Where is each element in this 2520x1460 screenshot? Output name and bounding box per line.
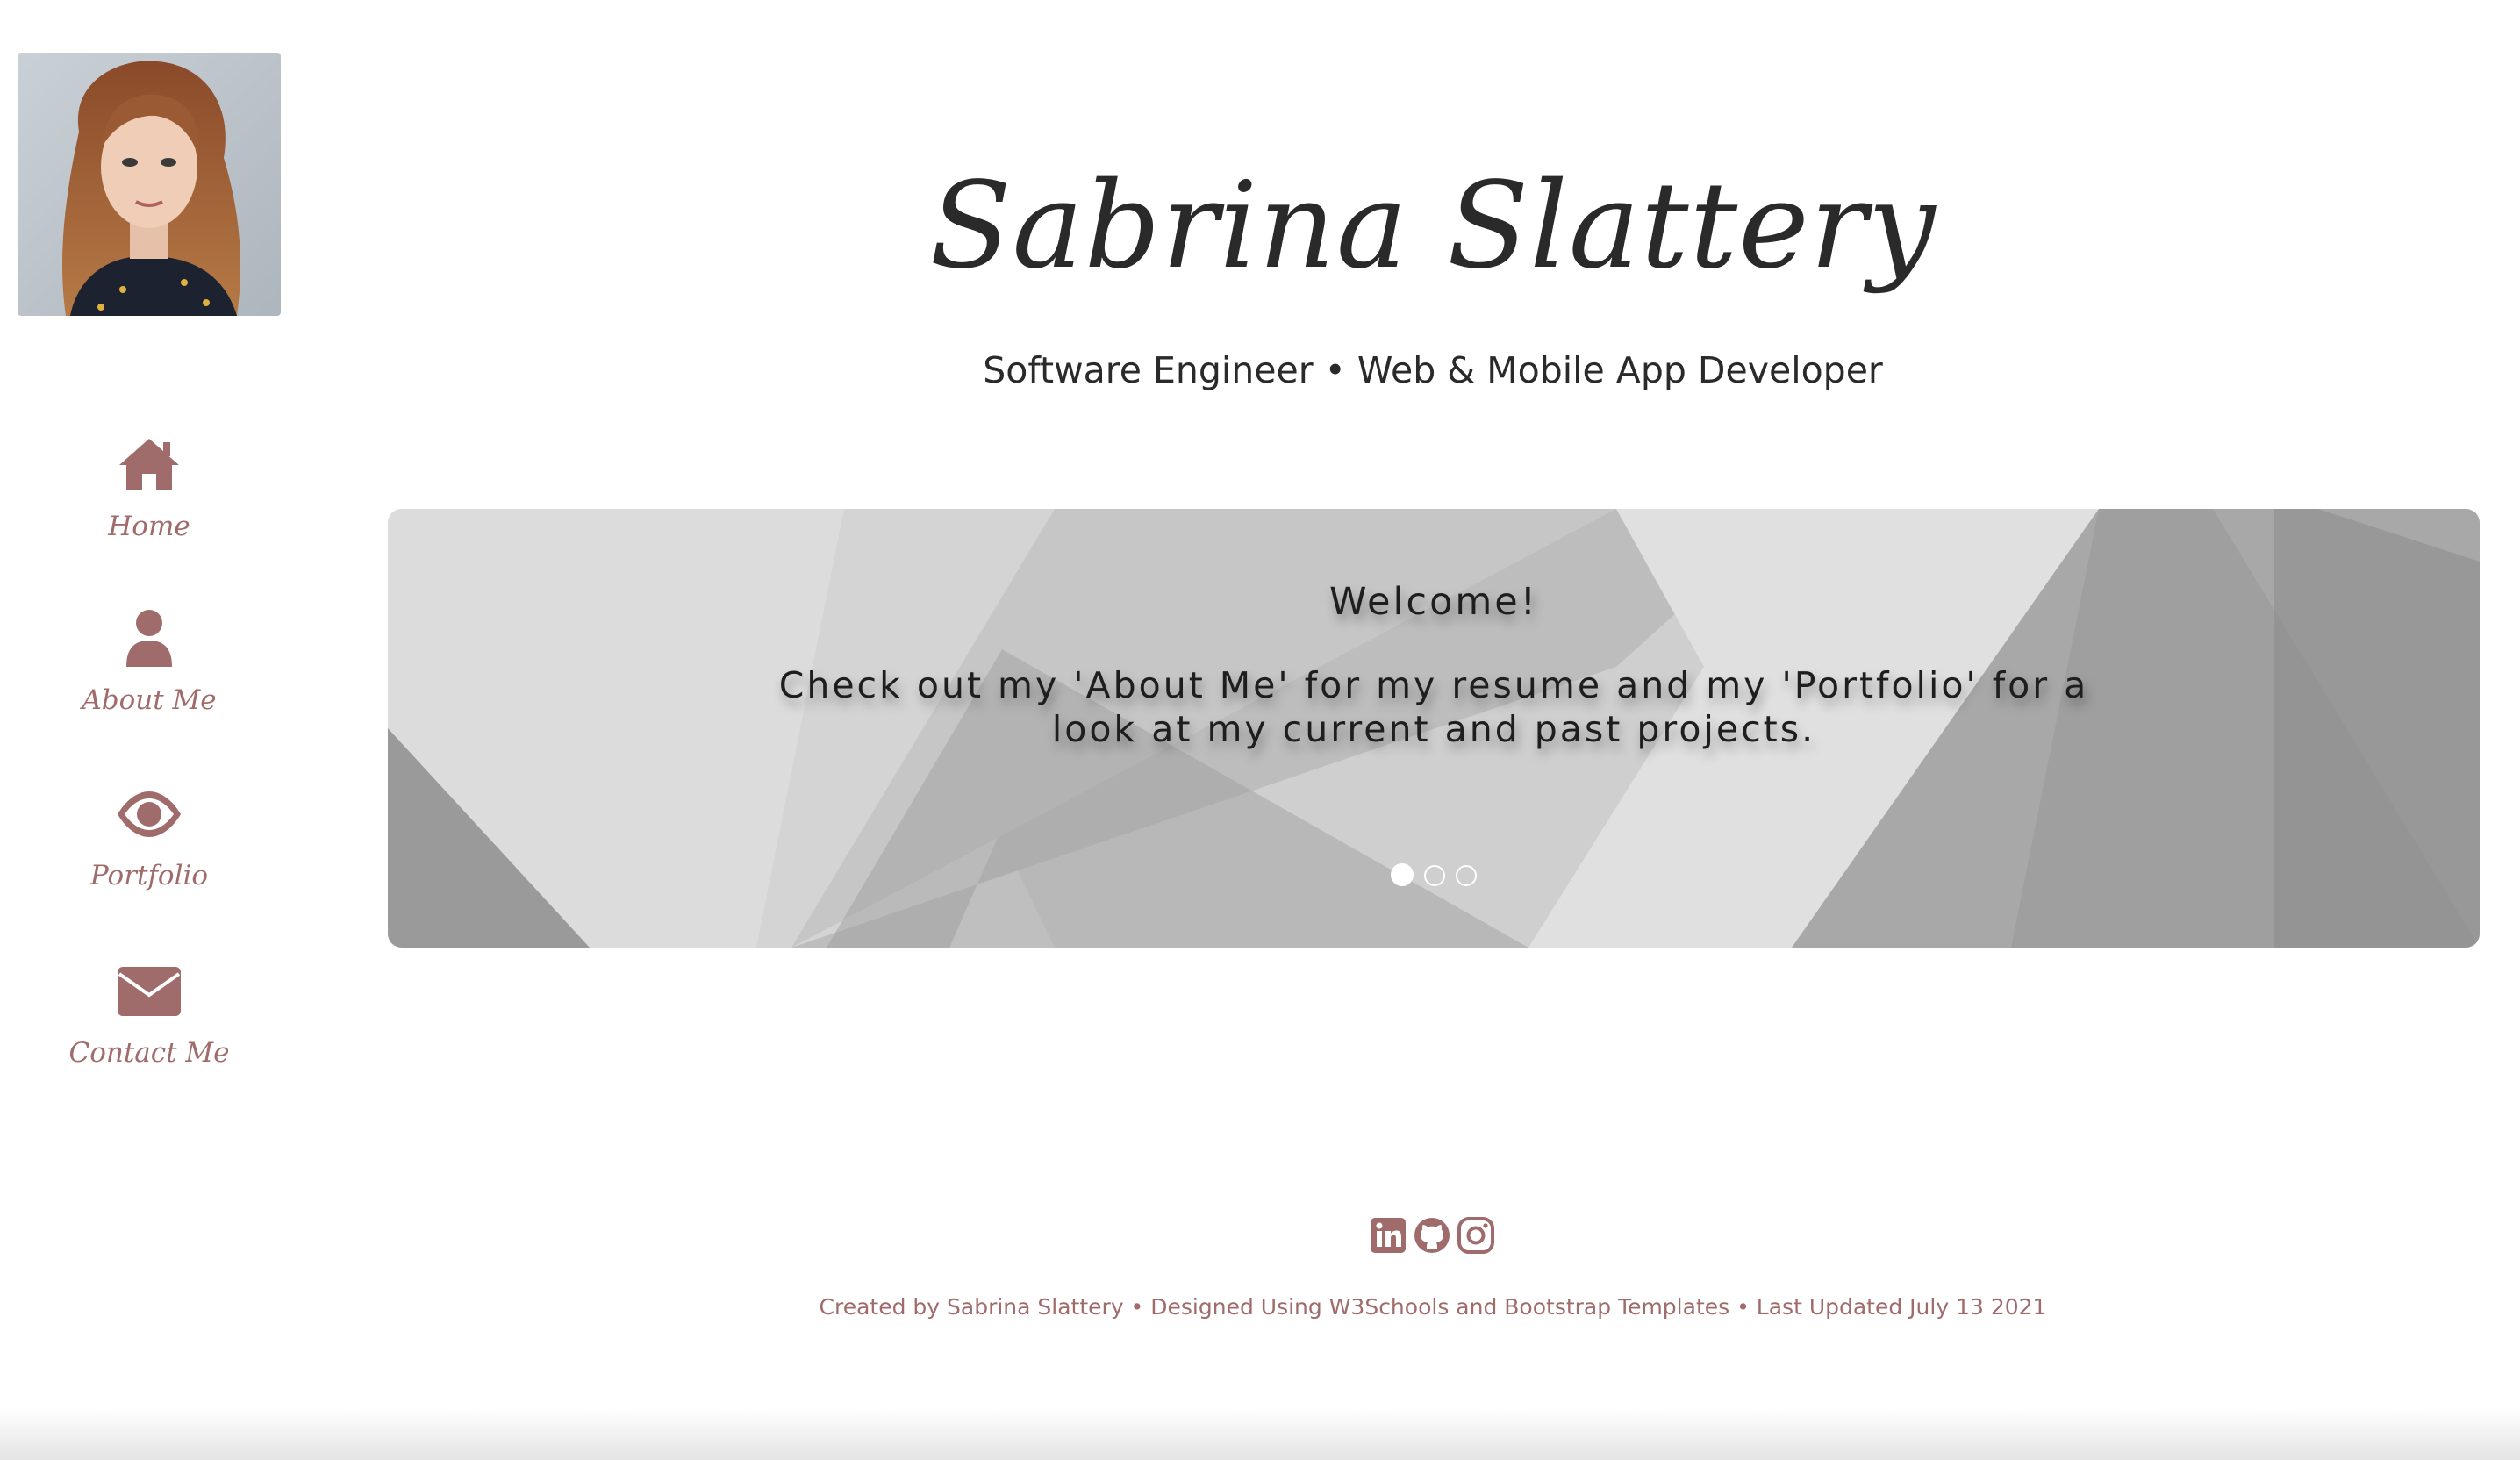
avatar bbox=[18, 53, 281, 316]
sidebar-item-about-me[interactable]: About Me bbox=[0, 604, 298, 753]
carousel-heading: Welcome! bbox=[1329, 580, 1538, 624]
bottom-shade bbox=[0, 1407, 2520, 1460]
instagram-icon[interactable] bbox=[1457, 1216, 1495, 1255]
sidebar-item-label: Home bbox=[108, 511, 190, 542]
welcome-carousel[interactable]: Welcome! Check out my 'About Me' for my … bbox=[388, 509, 2480, 948]
eye-icon bbox=[114, 779, 184, 849]
carousel-body-line: look at my current and past projects. bbox=[1051, 708, 1816, 750]
envelope-icon bbox=[114, 956, 184, 1027]
carousel-indicator-3[interactable] bbox=[1456, 865, 1477, 886]
page: Home About Me Portfolio Contact Me Sabri… bbox=[0, 0, 2520, 1460]
carousel-body-line: Check out my 'About Me' for my resume an… bbox=[778, 664, 2089, 706]
linkedin-icon[interactable] bbox=[1369, 1216, 1407, 1255]
sidebar-item-label: About Me bbox=[82, 684, 217, 716]
carousel-body: Check out my 'About Me' for my resume an… bbox=[388, 663, 2480, 751]
sidebar-item-label: Contact Me bbox=[68, 1037, 230, 1069]
page-subtitle: Software Engineer • Web & Mobile App Dev… bbox=[983, 349, 1883, 391]
sidebar-item-label: Portfolio bbox=[89, 860, 209, 891]
sidebar: Home About Me Portfolio Contact Me bbox=[0, 0, 298, 1460]
sidebar-item-contact-me[interactable]: Contact Me bbox=[0, 956, 298, 1106]
home-icon bbox=[114, 430, 184, 500]
sidebar-item-home[interactable]: Home bbox=[0, 430, 298, 579]
user-icon bbox=[114, 604, 184, 674]
carousel-indicators bbox=[388, 863, 2480, 886]
sidebar-item-portfolio[interactable]: Portfolio bbox=[0, 779, 298, 928]
page-title: Sabrina Slattery bbox=[929, 157, 1937, 296]
footer-credits: Created by Sabrina Slattery • Designed U… bbox=[819, 1294, 2047, 1320]
github-icon[interactable] bbox=[1413, 1216, 1451, 1255]
carousel-indicator-1[interactable] bbox=[1391, 863, 1414, 886]
carousel-indicator-2[interactable] bbox=[1424, 865, 1445, 886]
